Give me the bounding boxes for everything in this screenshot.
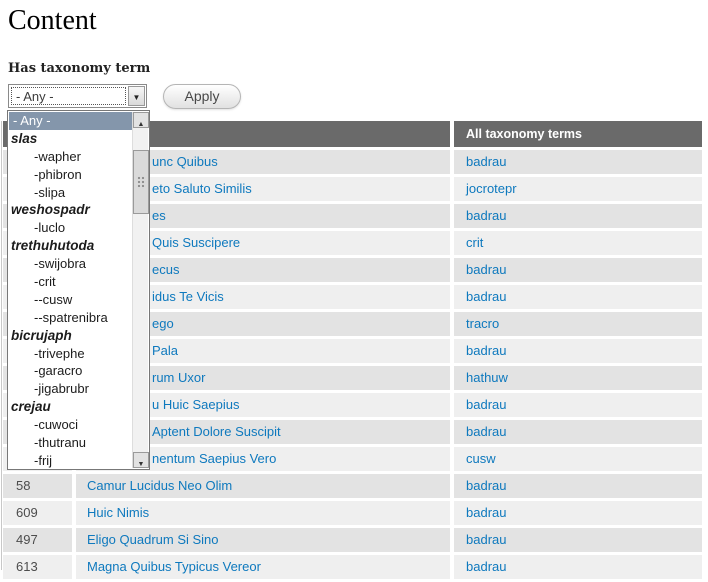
select-arrow-button[interactable]: ▼: [128, 86, 145, 106]
dropdown-option[interactable]: --spatrenibra: [9, 309, 132, 327]
dropdown-option[interactable]: -garacro: [9, 362, 132, 380]
row-id: 613: [3, 555, 72, 579]
table-row: 613 Magna Quibus Typicus Vereor badrau: [3, 555, 702, 579]
dropdown-option[interactable]: -slipa: [9, 184, 132, 202]
taxonomy-select[interactable]: - Any - ▼: [8, 84, 147, 108]
row-title-link[interactable]: Camur Lucidus Neo Olim: [87, 478, 232, 493]
dropdown-option[interactable]: -swijobra: [9, 255, 132, 273]
filter-label: Has taxonomy term: [8, 61, 151, 76]
triangle-down-icon: ▼: [137, 461, 145, 468]
dropdown-option[interactable]: -thutranu: [9, 434, 132, 452]
row-term-cell: tracro: [454, 312, 702, 336]
row-id: 58: [3, 474, 72, 498]
row-term-cell: hathuw: [454, 366, 702, 390]
dropdown-option[interactable]: - Any -: [9, 112, 132, 130]
row-title-link[interactable]: es: [152, 208, 166, 223]
dropdown-option[interactable]: --cusw: [9, 291, 132, 309]
row-term-link[interactable]: hathuw: [466, 370, 508, 385]
row-term-cell: badrau: [454, 339, 702, 363]
row-title-link[interactable]: ecus: [152, 262, 179, 277]
chevron-down-icon: ▼: [132, 93, 141, 102]
table-row: 58 Camur Lucidus Neo Olim badrau: [3, 474, 702, 498]
scroll-thumb[interactable]: [133, 150, 149, 214]
taxonomy-dropdown-list[interactable]: - Any - slas -wapher -phibron -slipa weshospa…: [7, 110, 150, 470]
row-term-link[interactable]: badrau: [466, 154, 506, 169]
scroll-down-button[interactable]: ▼: [133, 452, 149, 468]
triangle-up-icon: ▲: [137, 121, 145, 128]
row-term-link[interactable]: cusw: [466, 451, 496, 466]
row-term-link[interactable]: badrau: [466, 262, 506, 277]
row-term-link[interactable]: badrau: [466, 505, 506, 520]
row-term-cell: cusw: [454, 447, 702, 471]
table-row: 497 Eligo Quadrum Si Sino badrau: [3, 528, 702, 552]
row-term-link[interactable]: badrau: [466, 343, 506, 358]
row-title-link[interactable]: Quis Suscipere: [152, 235, 240, 250]
row-id: 609: [3, 501, 72, 525]
thumb-grip-icon: [137, 176, 146, 189]
row-title-link[interactable]: Huic Nimis: [87, 505, 149, 520]
dropdown-option[interactable]: -frij: [9, 452, 132, 470]
row-term-link[interactable]: badrau: [466, 559, 506, 574]
row-term-cell: jocrotepr: [454, 177, 702, 201]
row-title-link[interactable]: u Huic Saepius: [152, 397, 239, 412]
dropdown-option[interactable]: -phibron: [9, 166, 132, 184]
row-title-link[interactable]: ego: [152, 316, 174, 331]
dropdown-option[interactable]: -jigabrubr: [9, 380, 132, 398]
row-term-link[interactable]: crit: [466, 235, 483, 250]
dropdown-group-label[interactable]: crejau: [9, 398, 132, 416]
scrollbar[interactable]: ▲ ▼: [132, 112, 149, 468]
row-title-link[interactable]: rum Uxor: [152, 370, 205, 385]
scroll-up-button[interactable]: ▲: [133, 112, 149, 128]
row-term-link[interactable]: tracro: [466, 316, 499, 331]
row-term-link[interactable]: badrau: [466, 208, 506, 223]
apply-button[interactable]: Apply: [163, 84, 241, 109]
dropdown-option[interactable]: -luclo: [9, 219, 132, 237]
row-term-link[interactable]: badrau: [466, 424, 506, 439]
dropdown-group-label[interactable]: slas: [9, 130, 132, 148]
row-term-cell: badrau: [454, 258, 702, 282]
dropdown-group-label[interactable]: bicrujaph: [9, 327, 132, 345]
row-term-cell: badrau: [454, 150, 702, 174]
row-title-link[interactable]: Pala: [152, 343, 178, 358]
row-term-cell: crit: [454, 231, 702, 255]
table-row: 609 Huic Nimis badrau: [3, 501, 702, 525]
row-title-link[interactable]: eto Saluto Similis: [152, 181, 252, 196]
dropdown-option[interactable]: -cuwoci: [9, 416, 132, 434]
row-title-link[interactable]: Aptent Dolore Suscipit: [152, 424, 281, 439]
row-term-cell: badrau: [454, 528, 702, 552]
row-title-link[interactable]: Eligo Quadrum Si Sino: [87, 532, 219, 547]
row-term-cell: badrau: [454, 420, 702, 444]
dropdown-group-label[interactable]: trethuhutoda: [9, 237, 132, 255]
dropdown-option[interactable]: -wapher: [9, 148, 132, 166]
row-title-link[interactable]: nentum Saepius Vero: [152, 451, 276, 466]
row-title-cell: Magna Quibus Typicus Vereor: [76, 555, 450, 579]
row-term-link[interactable]: jocrotepr: [466, 181, 517, 196]
row-term-cell: badrau: [454, 474, 702, 498]
row-term-link[interactable]: badrau: [466, 289, 506, 304]
select-value: - Any -: [11, 87, 126, 105]
row-title-cell: Huic Nimis: [76, 501, 450, 525]
row-id: 497: [3, 528, 72, 552]
row-term-cell: badrau: [454, 204, 702, 228]
row-term-link[interactable]: badrau: [466, 397, 506, 412]
dropdown-group-label[interactable]: weshospadr: [9, 201, 132, 219]
row-title-cell: Camur Lucidus Neo Olim: [76, 474, 450, 498]
row-term-cell: badrau: [454, 501, 702, 525]
row-title-cell: Eligo Quadrum Si Sino: [76, 528, 450, 552]
row-term-cell: badrau: [454, 285, 702, 309]
row-term-link[interactable]: badrau: [466, 478, 506, 493]
terms-header-cell[interactable]: All taxonomy terms: [454, 121, 702, 147]
dropdown-option[interactable]: -trivephe: [9, 345, 132, 363]
row-term-link[interactable]: badrau: [466, 532, 506, 547]
row-title-link[interactable]: idus Te Vicis: [152, 289, 224, 304]
page-title: Content: [8, 5, 97, 36]
dropdown-option[interactable]: -crit: [9, 273, 132, 291]
dropdown-items: - Any - slas -wapher -phibron -slipa weshospa…: [9, 112, 132, 470]
row-term-cell: badrau: [454, 393, 702, 417]
row-title-link[interactable]: unc Quibus: [152, 154, 218, 169]
row-term-cell: badrau: [454, 555, 702, 579]
row-title-link[interactable]: Magna Quibus Typicus Vereor: [87, 559, 261, 574]
